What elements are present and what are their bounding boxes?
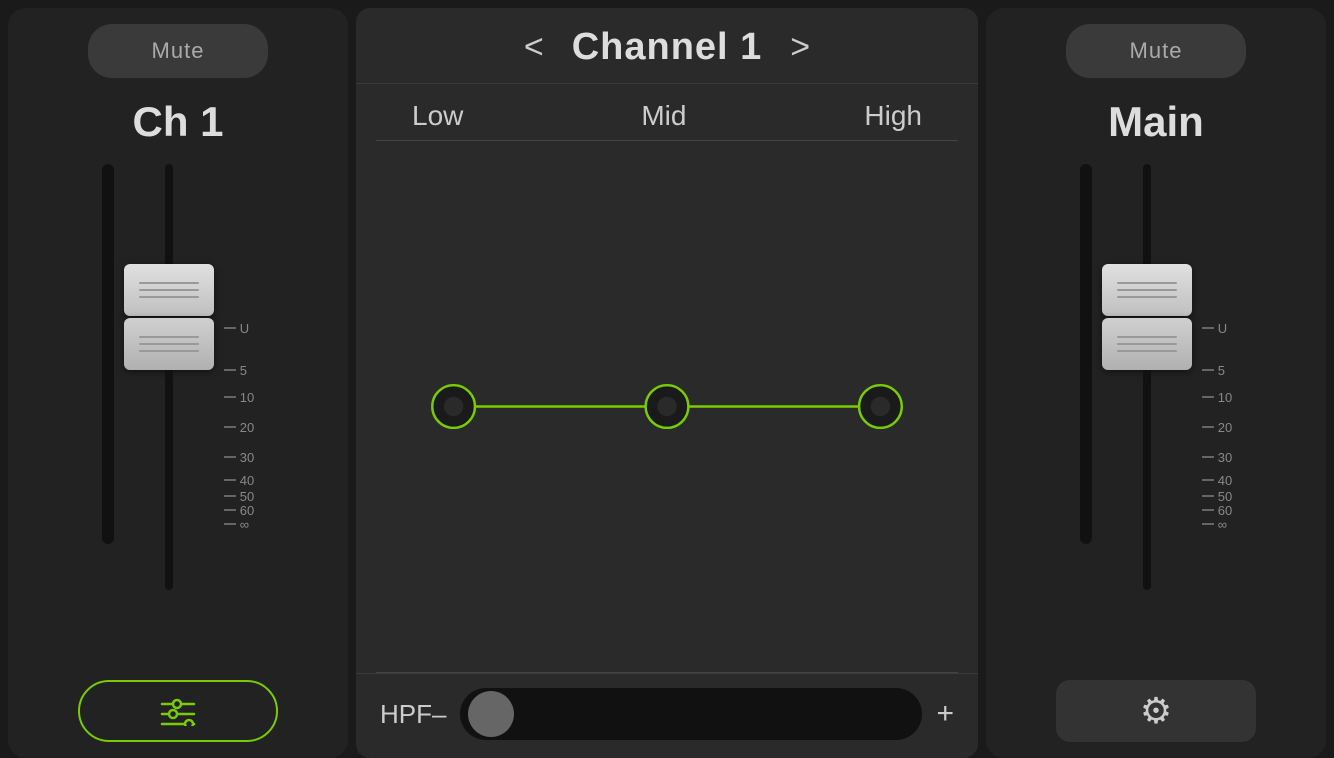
right-fader-line-5 — [1117, 343, 1177, 345]
fader-line-5 — [139, 343, 199, 345]
right-scale-marks: U 5 10 20 30 40 50 60 ∞ — [1202, 164, 1232, 531]
left-fader-handle-bottom[interactable] — [124, 318, 214, 370]
settings-button[interactable]: ⚙ — [1056, 680, 1256, 742]
fader-line-2 — [139, 289, 199, 291]
hpf-slider-track[interactable] — [460, 688, 922, 740]
eq-band-labels: Low Mid High — [376, 84, 958, 132]
eq-area: Low Mid High — [356, 84, 978, 673]
right-fader-line-4 — [1117, 336, 1177, 338]
left-panel: Mute Ch 1 U — [8, 8, 348, 758]
hpf-section: HPF– + — [356, 673, 978, 758]
channel-header: < Channel 1 > — [356, 8, 978, 84]
eq-button[interactable] — [78, 680, 278, 742]
hpf-plus-label: + — [936, 697, 954, 731]
right-fader-area: U 5 10 20 30 40 50 60 ∞ — [986, 164, 1326, 680]
right-mute-button[interactable]: Mute — [1066, 24, 1246, 78]
next-channel-button[interactable]: > — [762, 28, 838, 67]
left-channel-label: Ch 1 — [132, 98, 223, 146]
fader-line-3 — [139, 296, 199, 298]
prev-channel-button[interactable]: < — [496, 28, 572, 67]
left-vu-meter — [102, 164, 114, 544]
right-fader-line-3 — [1117, 296, 1177, 298]
hpf-label: HPF– — [380, 699, 446, 730]
channel-title: Channel 1 — [572, 26, 763, 69]
low-band-label: Low — [412, 100, 463, 132]
fader-line-6 — [139, 350, 199, 352]
right-fader-handle-top[interactable] — [1102, 264, 1192, 316]
right-fader-line-2 — [1117, 289, 1177, 291]
center-panel: < Channel 1 > Low Mid High — [356, 8, 978, 758]
left-fader-handle-top[interactable] — [124, 264, 214, 316]
right-fader-line-1 — [1117, 282, 1177, 284]
right-fader-handle-bottom[interactable] — [1102, 318, 1192, 370]
eq-graph-svg — [376, 141, 958, 672]
eq-icon — [158, 696, 198, 726]
eq-canvas[interactable] — [376, 141, 958, 672]
right-channel-label: Main — [1108, 98, 1204, 146]
right-panel: Mute Main U — [986, 8, 1326, 758]
right-fader-line-6 — [1117, 350, 1177, 352]
left-scale-marks: U 5 10 20 30 40 50 60 ∞ — [224, 164, 254, 531]
left-fader-area: U 5 10 20 30 40 50 60 ∞ — [8, 164, 348, 680]
eq-bottom-divider — [376, 672, 958, 673]
mid-band-label: Mid — [641, 100, 686, 132]
fader-line-4 — [139, 336, 199, 338]
hpf-slider-thumb[interactable] — [468, 691, 514, 737]
right-vu-meter — [1080, 164, 1092, 544]
left-mute-button[interactable]: Mute — [88, 24, 268, 78]
fader-line-1 — [139, 282, 199, 284]
high-band-label: High — [864, 100, 922, 132]
gear-icon: ⚙ — [1140, 690, 1172, 732]
